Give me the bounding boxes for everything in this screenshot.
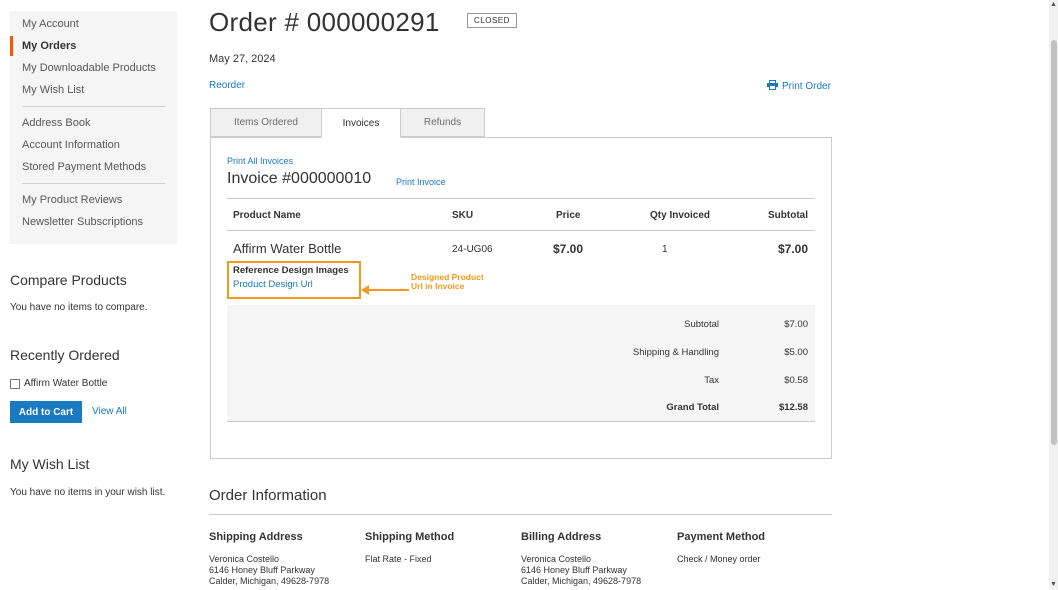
print-order-link[interactable]: Print Order: [767, 80, 831, 93]
totals-tax-label: Tax: [704, 375, 719, 386]
nav-my-orders[interactable]: My Orders: [10, 35, 177, 57]
column-price: Price: [556, 210, 581, 221]
compare-products-title: Compare Products: [10, 272, 127, 288]
item-product-name: Affirm Water Bottle: [233, 241, 342, 256]
nav-my-downloadable-products[interactable]: My Downloadable Products: [10, 57, 177, 79]
page-scrollbar[interactable]: ▲ ▼: [1049, 0, 1058, 590]
order-tabs: Items Ordered Invoices Refunds: [210, 108, 485, 138]
totals-grand-total-label: Grand Total: [666, 402, 719, 413]
order-information-title: Order Information: [209, 487, 327, 504]
account-nav: My Account My Orders My Downloadable Pro…: [10, 11, 177, 244]
view-all-link[interactable]: View All: [92, 406, 127, 417]
order-status-badge: CLOSED: [467, 13, 517, 28]
nav-newsletter-subscriptions[interactable]: Newsletter Subscriptions: [10, 211, 177, 233]
billing-address-heading: Billing Address: [521, 531, 602, 543]
tab-items-ordered[interactable]: Items Ordered: [210, 108, 322, 137]
shipping-method-value: Flat Rate - Fixed: [365, 554, 432, 564]
recently-ordered-item: Affirm Water Bottle: [10, 378, 107, 389]
item-subtotal: $7.00: [777, 242, 808, 256]
totals-subtotal-value: $7.00: [784, 319, 808, 330]
shipping-address-heading: Shipping Address: [209, 531, 303, 543]
wish-list-empty-text: You have no items in your wish list.: [10, 487, 166, 498]
invoice-totals: [227, 305, 815, 422]
compare-empty-text: You have no items to compare.: [10, 302, 148, 313]
order-date: May 27, 2024: [209, 53, 276, 65]
totals-tax-value: $0.58: [784, 375, 808, 386]
totals-shipping-label: Shipping & Handling: [632, 347, 719, 358]
nav-my-account[interactable]: My Account: [10, 13, 177, 35]
payment-method-heading: Payment Method: [677, 531, 766, 543]
totals-subtotal-label: Subtotal: [684, 319, 719, 330]
nav-my-product-reviews[interactable]: My Product Reviews: [10, 189, 177, 211]
product-design-url-link[interactable]: Product Design Url: [233, 279, 313, 290]
recently-ordered-item-label: Affirm Water Bottle: [24, 378, 108, 389]
print-all-invoices-link[interactable]: Print All Invoices: [227, 156, 293, 166]
wish-list-title: My Wish List: [10, 456, 90, 472]
nav-divider: [22, 183, 165, 184]
shipping-method-heading: Shipping Method: [365, 531, 455, 543]
nav-my-wish-list[interactable]: My Wish List: [10, 79, 177, 101]
invoice-title: Invoice #000000010: [227, 170, 372, 187]
print-invoice-link[interactable]: Print Invoice: [396, 177, 446, 187]
table-top-divider: [227, 198, 815, 199]
table-header-divider: [227, 230, 815, 231]
item-qty: 1: [662, 244, 668, 255]
column-subtotal: Subtotal: [768, 210, 808, 221]
totals-grand-total-value: $12.58: [778, 402, 808, 413]
item-price: $7.00: [553, 242, 584, 256]
annotation-label: Designed Product Url in Invoice: [411, 272, 484, 291]
column-qty-invoiced: Qty Invoiced: [650, 210, 711, 221]
scroll-up-icon[interactable]: ▲: [1050, 1, 1057, 9]
print-order-label: Print Order: [782, 81, 831, 92]
totals-shipping-value: $5.00: [784, 347, 808, 358]
reorder-link[interactable]: Reorder: [209, 80, 245, 91]
scroll-down-icon[interactable]: ▼: [1050, 581, 1057, 589]
payment-method-value: Check / Money order: [677, 554, 761, 564]
option-title: Reference Design Images: [233, 265, 349, 276]
column-product-name: Product Name: [233, 210, 301, 221]
nav-address-book[interactable]: Address Book: [10, 112, 177, 134]
nav-account-information[interactable]: Account Information: [10, 134, 177, 156]
add-to-cart-button[interactable]: Add to Cart: [10, 401, 82, 423]
shipping-address: Veronica Costello 6146 Honey Bluff Parkw…: [209, 554, 330, 586]
printer-icon: [767, 80, 778, 93]
tab-invoices[interactable]: Invoices: [321, 108, 401, 138]
nav-divider: [22, 106, 165, 107]
order-information-divider: [209, 514, 832, 515]
checkbox-icon[interactable]: [10, 378, 20, 389]
column-sku: SKU: [452, 210, 474, 221]
item-sku: 24-UG06: [452, 244, 493, 255]
billing-address: Veronica Costello 6146 Honey Bluff Parkw…: [521, 554, 642, 586]
scrollbar-thumb[interactable]: [1051, 40, 1057, 445]
page-title: Order # 000000291: [209, 7, 440, 37]
recently-ordered-title: Recently Ordered: [10, 347, 120, 363]
nav-stored-payment-methods[interactable]: Stored Payment Methods: [10, 156, 177, 178]
tab-refunds[interactable]: Refunds: [400, 108, 485, 137]
annotation-arrow-icon: [361, 285, 409, 295]
